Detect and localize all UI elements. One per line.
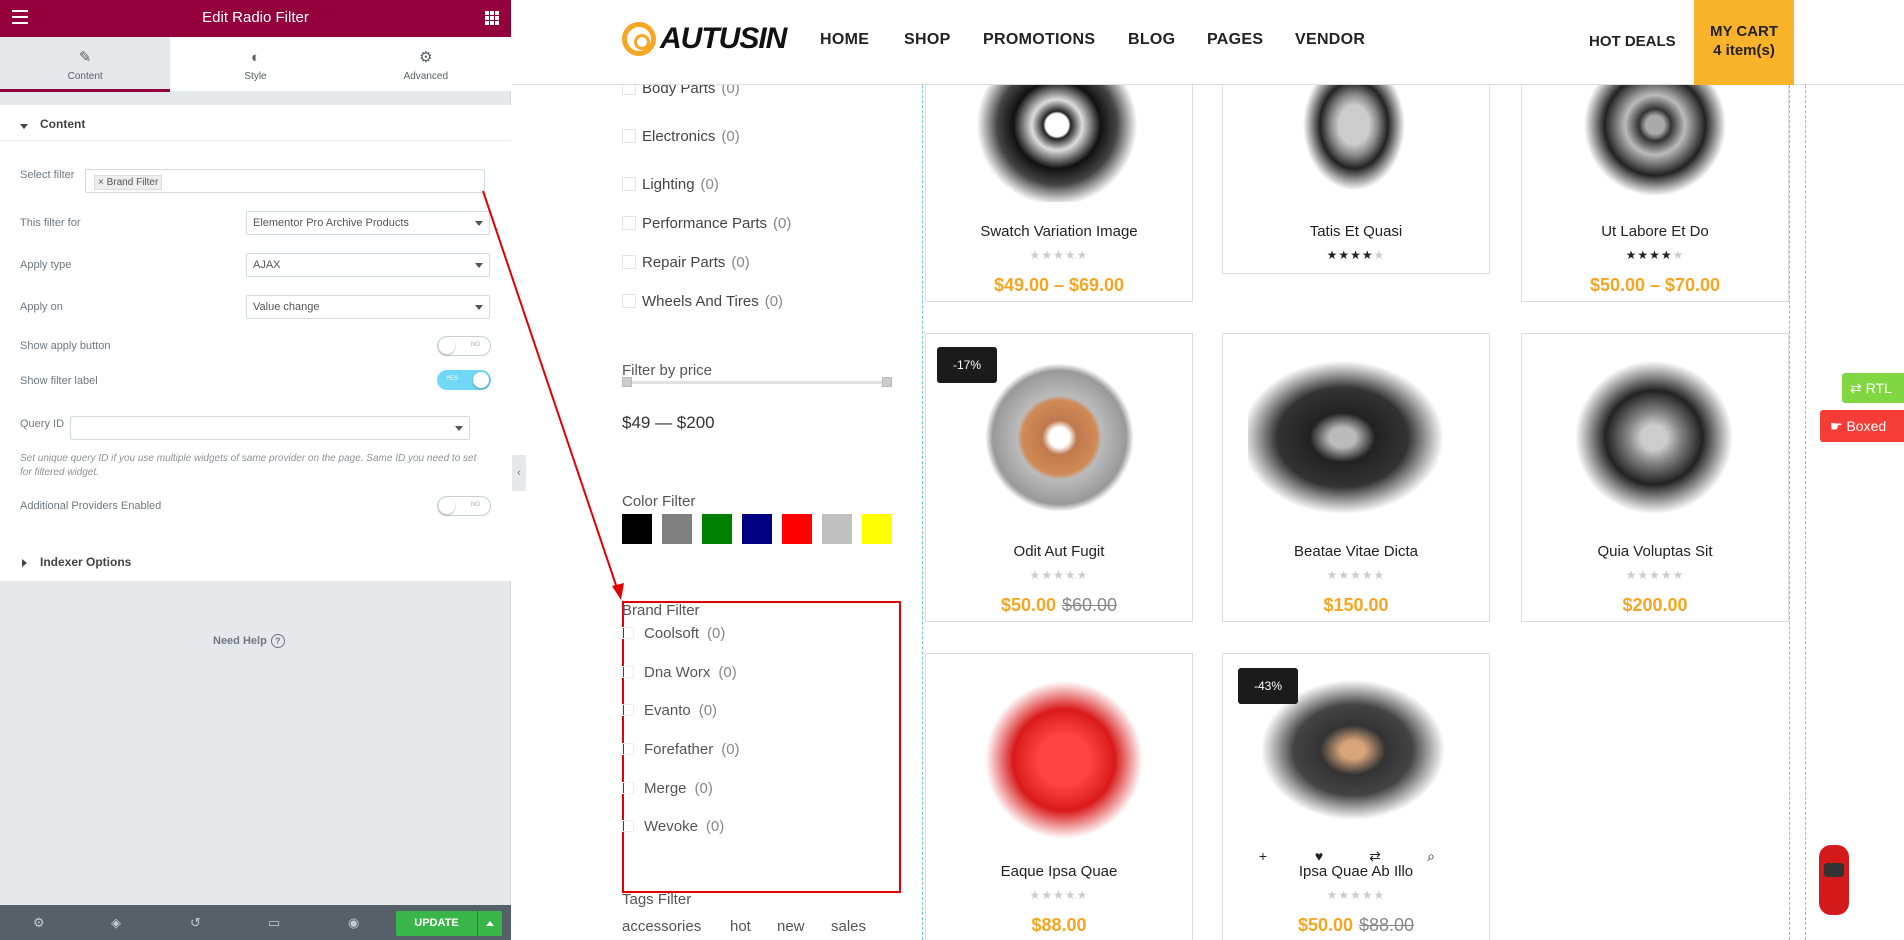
annotation-arrow (482, 190, 624, 600)
